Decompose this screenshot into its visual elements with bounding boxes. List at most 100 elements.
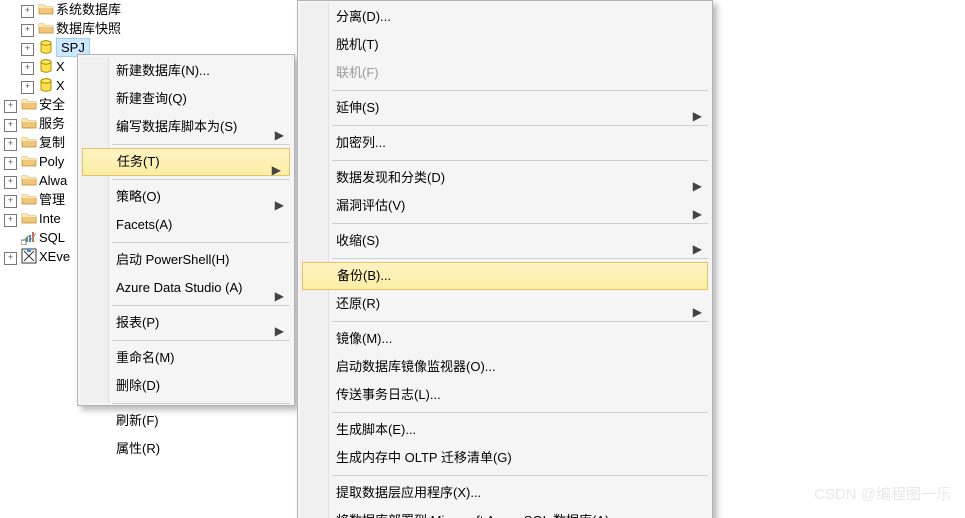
menu-item[interactable]: 属性(R) (80, 435, 292, 463)
menu-item-label: 还原(R) (336, 296, 380, 311)
menu-item-label: 传送事务日志(L)... (336, 387, 441, 402)
menu-item-label: Azure Data Studio (A) (116, 280, 242, 295)
menu-item-label: 策略(O) (116, 189, 161, 204)
database-icon (38, 58, 54, 74)
expand-icon[interactable]: + (4, 214, 17, 227)
menu-item-label: 镜像(M)... (336, 331, 392, 346)
menu-item-label: 将数据库部署到 Microsoft Azure SQL 数据库(A)... (336, 513, 620, 518)
menu-item-label: 启动 PowerShell(H) (116, 252, 229, 267)
tree-item[interactable]: + 数据库快照 (0, 19, 300, 38)
menu-item[interactable]: 编写数据库脚本为(S)▶ (80, 113, 292, 141)
context-menu-tasks: 分离(D)...脱机(T)联机(F)延伸(S)▶加密列...数据发现和分类(D)… (297, 0, 713, 518)
expand-icon[interactable]: + (4, 100, 17, 113)
expand-icon[interactable]: + (4, 119, 17, 132)
menu-separator (112, 340, 290, 341)
expand-icon[interactable]: + (4, 157, 17, 170)
menu-item[interactable]: 镜像(M)... (300, 325, 710, 353)
menu-item[interactable]: 加密列... (300, 129, 710, 157)
menu-item-label: 刷新(F) (116, 413, 159, 428)
menu-separator (332, 90, 708, 91)
expand-icon[interactable]: + (21, 62, 34, 75)
folder-icon (21, 96, 37, 112)
menu-separator (112, 403, 290, 404)
menu-item: 联机(F) (300, 59, 710, 87)
menu-separator (332, 223, 708, 224)
menu-separator (112, 179, 290, 180)
expand-icon[interactable]: + (4, 176, 17, 189)
menu-item[interactable]: 数据发现和分类(D)▶ (300, 164, 710, 192)
expand-icon[interactable]: + (21, 81, 34, 94)
menu-separator (332, 321, 708, 322)
tree-item[interactable]: + 系统数据库 (0, 0, 300, 19)
menu-item-label: 任务(T) (117, 154, 160, 169)
database-icon (38, 77, 54, 93)
menu-item-label: 生成脚本(E)... (336, 422, 416, 437)
menu-item[interactable]: 报表(P)▶ (80, 309, 292, 337)
menu-item-label: 延伸(S) (336, 100, 379, 115)
menu-item-label: Facets(A) (116, 217, 172, 232)
menu-item-label: 漏洞评估(V) (336, 198, 405, 213)
menu-item[interactable]: 传送事务日志(L)... (300, 381, 710, 409)
menu-item-label: 脱机(T) (336, 37, 379, 52)
expand-icon[interactable]: + (21, 5, 34, 18)
expand-icon[interactable]: + (21, 24, 34, 37)
menu-separator (112, 144, 290, 145)
menu-item[interactable]: 生成内存中 OLTP 迁移清单(G) (300, 444, 710, 472)
menu-item[interactable]: 延伸(S)▶ (300, 94, 710, 122)
menu-item[interactable]: 收缩(S)▶ (300, 227, 710, 255)
menu-item[interactable]: 还原(R)▶ (300, 290, 710, 318)
menu-item[interactable]: 启动数据库镜像监视器(O)... (300, 353, 710, 381)
menu-item-label: 属性(R) (116, 441, 160, 456)
submenu-arrow-icon: ▶ (272, 157, 281, 183)
menu-item[interactable]: 删除(D) (80, 372, 292, 400)
tree-item-label: 服务 (39, 116, 65, 131)
menu-item[interactable]: 新建数据库(N)... (80, 57, 292, 85)
tree-item-label: X (56, 78, 65, 93)
expand-icon[interactable]: + (4, 195, 17, 208)
menu-item-label: 收缩(S) (336, 233, 379, 248)
tree-item-label: 系统数据库 (56, 2, 121, 17)
menu-separator (332, 160, 708, 161)
submenu-arrow-icon: ▶ (275, 317, 284, 345)
database-icon (38, 39, 54, 55)
menu-item[interactable]: 新建查询(Q) (80, 85, 292, 113)
folder-icon (21, 191, 37, 207)
menu-item[interactable]: 启动 PowerShell(H) (80, 246, 292, 274)
menu-separator (112, 305, 290, 306)
expand-icon[interactable]: + (4, 138, 17, 151)
menu-item[interactable]: 重命名(M) (80, 344, 292, 372)
folder-icon (21, 153, 37, 169)
menu-item[interactable]: Facets(A) (80, 211, 292, 239)
menu-item-label: 分离(D)... (336, 9, 391, 24)
expand-icon[interactable]: + (21, 43, 34, 56)
menu-item-label: 备份(B)... (337, 268, 391, 283)
menu-item[interactable]: 任务(T)▶ (82, 148, 290, 176)
menu-item[interactable]: Azure Data Studio (A)▶ (80, 274, 292, 302)
tree-item-label: Poly (39, 154, 64, 169)
menu-separator (332, 475, 708, 476)
menu-item[interactable]: 将数据库部署到 Microsoft Azure SQL 数据库(A)... (300, 507, 710, 518)
menu-item[interactable]: 漏洞评估(V)▶ (300, 192, 710, 220)
menu-item[interactable]: 备份(B)... (302, 262, 708, 290)
submenu-arrow-icon: ▶ (693, 298, 702, 326)
tree-item-label: 管理 (39, 192, 65, 207)
menu-item-label: 提取数据层应用程序(X)... (336, 485, 481, 500)
menu-item[interactable]: 策略(O)▶ (80, 183, 292, 211)
tree-item-label: 数据库快照 (56, 21, 121, 36)
expand-icon[interactable]: + (4, 252, 17, 265)
tree-item-label: 复制 (39, 135, 65, 150)
menu-item-label: 数据发现和分类(D) (336, 170, 445, 185)
menu-separator (112, 242, 290, 243)
folder-icon (38, 1, 54, 17)
xevents-icon (21, 248, 37, 264)
menu-item-label: 联机(F) (336, 65, 379, 80)
report-icon (21, 229, 37, 245)
menu-item-label: 编写数据库脚本为(S) (116, 119, 237, 134)
menu-item[interactable]: 分离(D)... (300, 3, 710, 31)
menu-item[interactable]: 刷新(F) (80, 407, 292, 435)
menu-item[interactable]: 脱机(T) (300, 31, 710, 59)
menu-item[interactable]: 提取数据层应用程序(X)... (300, 479, 710, 507)
folder-icon (21, 210, 37, 226)
tree-item-label: Alwa (39, 173, 67, 188)
menu-item[interactable]: 生成脚本(E)... (300, 416, 710, 444)
